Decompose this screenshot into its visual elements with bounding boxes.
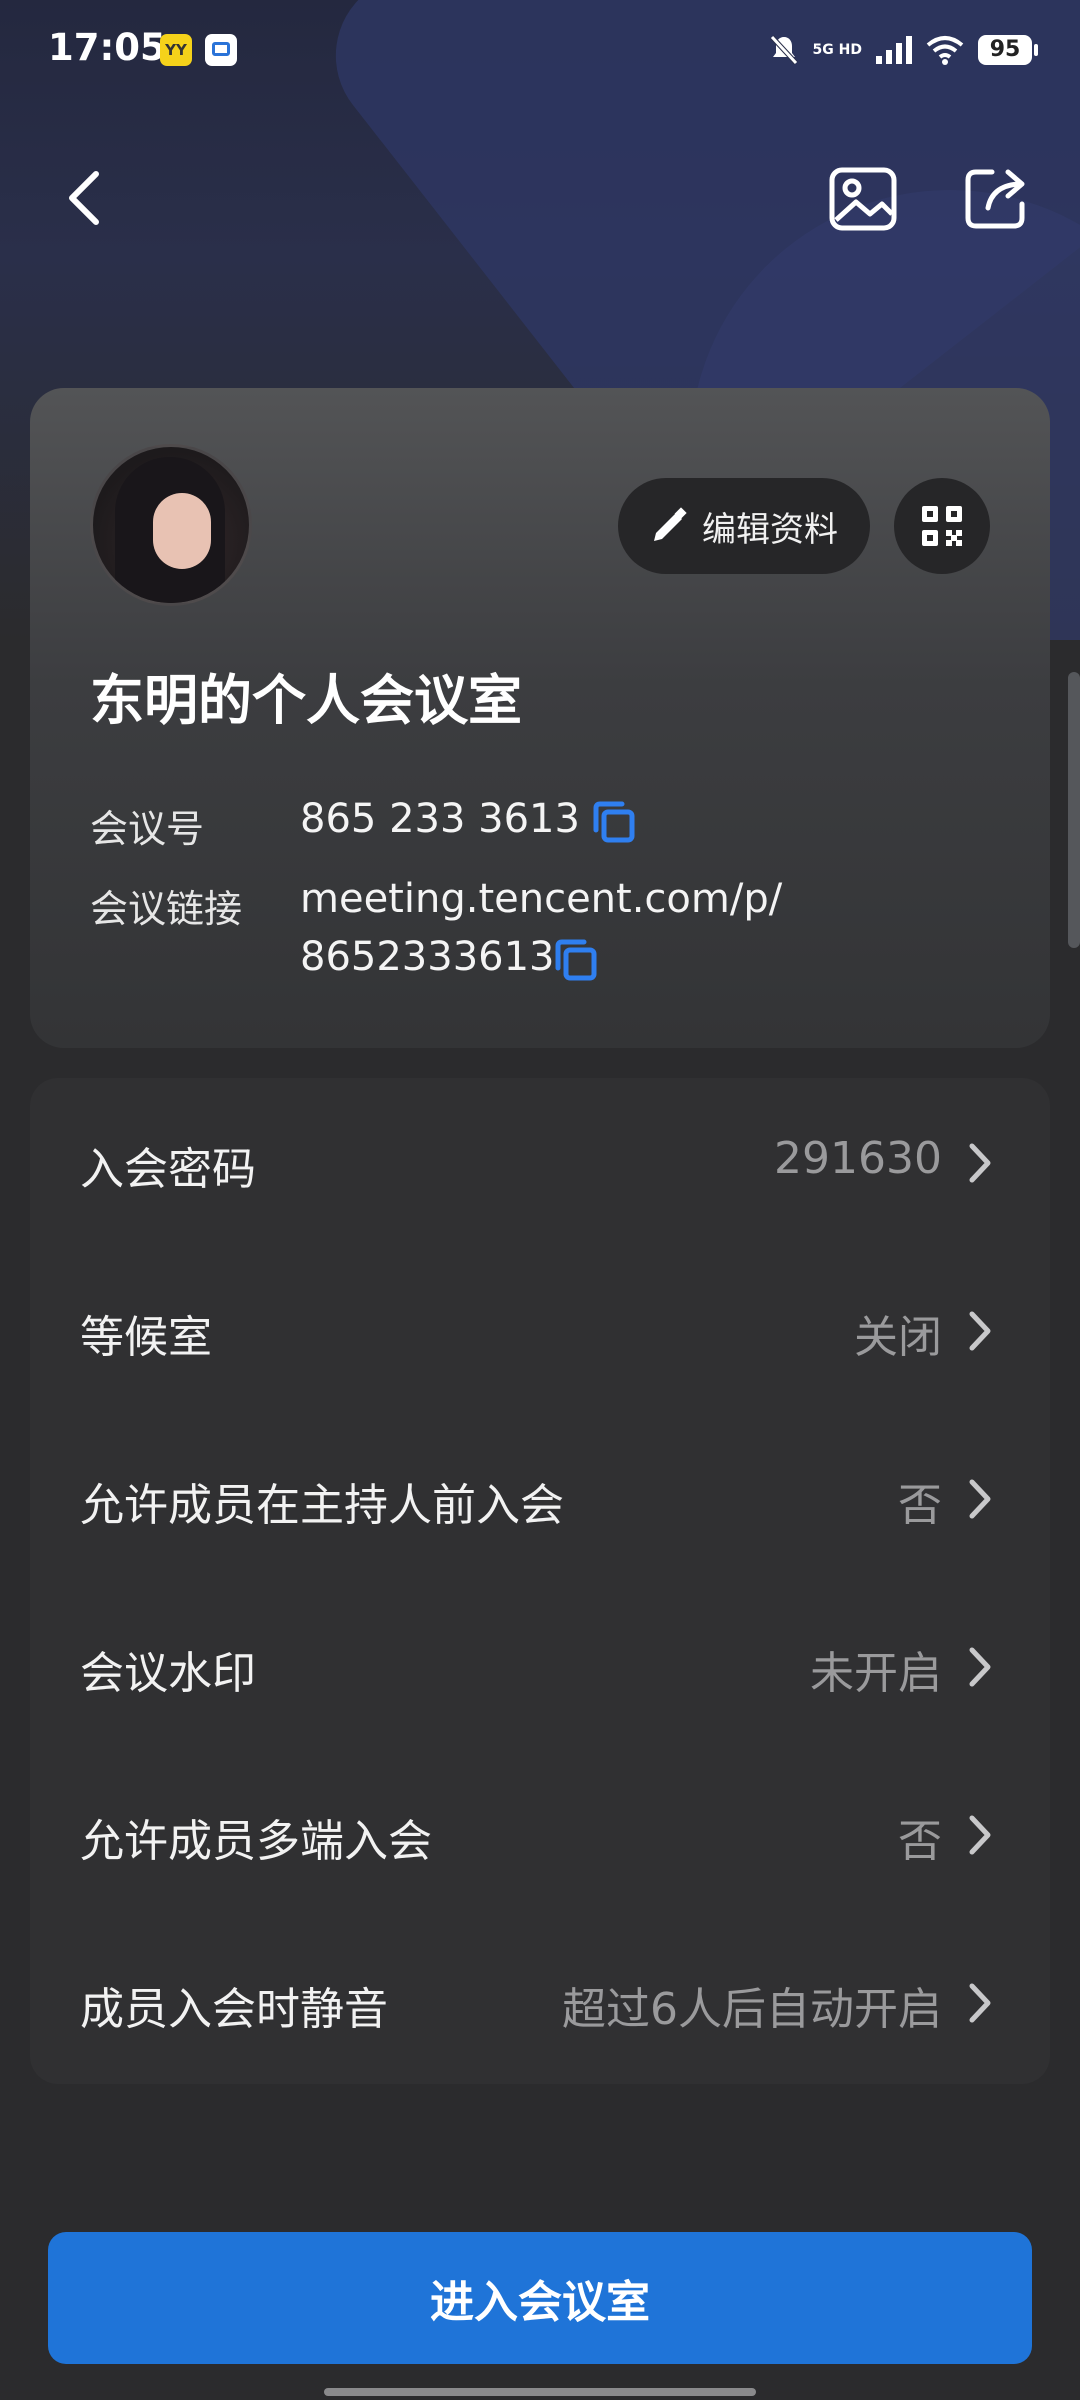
setting-label: 允许成员在主持人前入会 xyxy=(80,1480,564,1531)
enter-meeting-room-button[interactable]: 进入会议室 xyxy=(48,2232,1032,2364)
image-icon[interactable] xyxy=(828,166,898,232)
meeting-link-label: 会议链接 xyxy=(90,887,243,931)
pencil-icon xyxy=(654,507,687,541)
meeting-link-line2: 8652333613 xyxy=(300,934,555,980)
edit-profile-button[interactable]: 编辑资料 xyxy=(618,478,870,574)
chevron-right-icon xyxy=(969,1311,991,1351)
qr-code-button[interactable] xyxy=(894,478,990,574)
meeting-settings-list: 入会密码 291630 等候室 关闭 允许成员在主持人前入会 否 会议水印 未开… xyxy=(30,1078,1050,2084)
chevron-right-icon xyxy=(969,1647,991,1687)
network-type: 5G HD xyxy=(812,42,862,58)
setting-label: 会议水印 xyxy=(80,1648,256,1699)
avatar[interactable] xyxy=(90,444,252,606)
setting-value: 291630 xyxy=(774,1133,942,1184)
setting-value: 否 xyxy=(898,1480,942,1531)
setting-row-join-before-host[interactable]: 允许成员在主持人前入会 否 xyxy=(30,1414,1050,1582)
copy-meeting-link-icon[interactable] xyxy=(554,938,598,982)
battery-icon: 95 xyxy=(978,35,1038,65)
status-time: 17:05 xyxy=(48,26,166,69)
wifi-icon xyxy=(926,36,964,65)
setting-value: 关闭 xyxy=(854,1312,942,1363)
yy-app-icon: YY xyxy=(160,34,192,66)
home-indicator[interactable] xyxy=(324,2388,756,2396)
setting-label: 等候室 xyxy=(80,1312,212,1363)
setting-row-watermark[interactable]: 会议水印 未开启 xyxy=(30,1582,1050,1750)
meeting-room-card: 编辑资料 东明的个人会议室 会议号 865 233 3613 会议链接 meet… xyxy=(30,388,1050,1048)
setting-label: 入会密码 xyxy=(80,1144,256,1195)
setting-value: 未开启 xyxy=(810,1648,942,1699)
meeting-room-title: 东明的个人会议室 xyxy=(90,669,522,732)
chevron-right-icon xyxy=(969,1815,991,1855)
setting-row-multi-device[interactable]: 允许成员多端入会 否 xyxy=(30,1750,1050,1918)
status-bar: 17:05 YY 5G HD 95 xyxy=(0,0,1080,100)
scrollbar[interactable] xyxy=(1068,672,1080,948)
calendar-app-icon xyxy=(205,34,237,66)
setting-row-password[interactable]: 入会密码 291630 xyxy=(30,1078,1050,1246)
chevron-right-icon xyxy=(969,1983,991,2023)
share-icon[interactable] xyxy=(962,166,1032,232)
meeting-id-label: 会议号 xyxy=(90,807,205,851)
mute-icon xyxy=(769,35,798,65)
setting-value: 超过6人后自动开启 xyxy=(562,1984,942,2035)
setting-row-mute-on-entry[interactable]: 成员入会时静音 超过6人后自动开启 xyxy=(30,1918,1050,2086)
meeting-id-value: 865 233 3613 xyxy=(300,796,580,842)
setting-label: 允许成员多端入会 xyxy=(80,1816,432,1867)
back-chevron-icon[interactable] xyxy=(58,168,118,228)
chevron-right-icon xyxy=(969,1143,991,1183)
chevron-right-icon xyxy=(969,1479,991,1519)
setting-label: 成员入会时静音 xyxy=(80,1984,388,2035)
status-icons: 5G HD 95 xyxy=(769,28,1038,72)
setting-row-waiting-room[interactable]: 等候室 关闭 xyxy=(30,1246,1050,1414)
enter-meeting-room-label: 进入会议室 xyxy=(430,2277,650,2328)
copy-meeting-id-icon[interactable] xyxy=(592,800,636,844)
signal-icon xyxy=(876,36,912,64)
meeting-link-line1: meeting.tencent.com/p/ xyxy=(300,876,783,922)
qr-code-icon xyxy=(922,506,962,546)
setting-value: 否 xyxy=(898,1816,942,1867)
edit-profile-label: 编辑资料 xyxy=(702,509,838,550)
